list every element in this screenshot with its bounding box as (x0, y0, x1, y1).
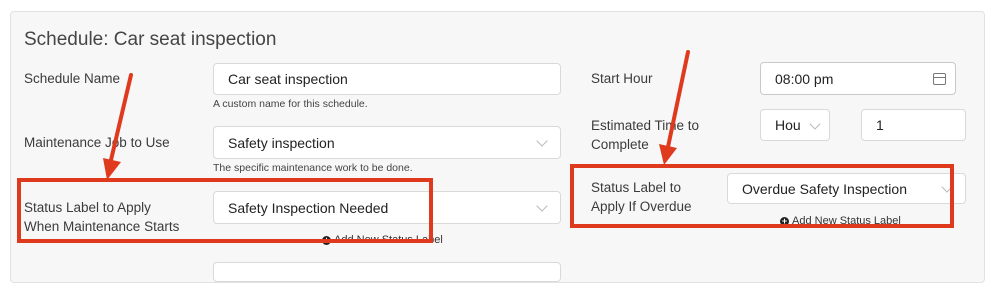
annotation-arrow-left-shaft (109, 73, 133, 162)
annotation-arrows (103, 50, 690, 180)
annotation-arrow-right-head (659, 144, 677, 165)
annotation-arrow-left-head (103, 158, 121, 180)
annotation-arrow-right-shaft (666, 50, 690, 149)
